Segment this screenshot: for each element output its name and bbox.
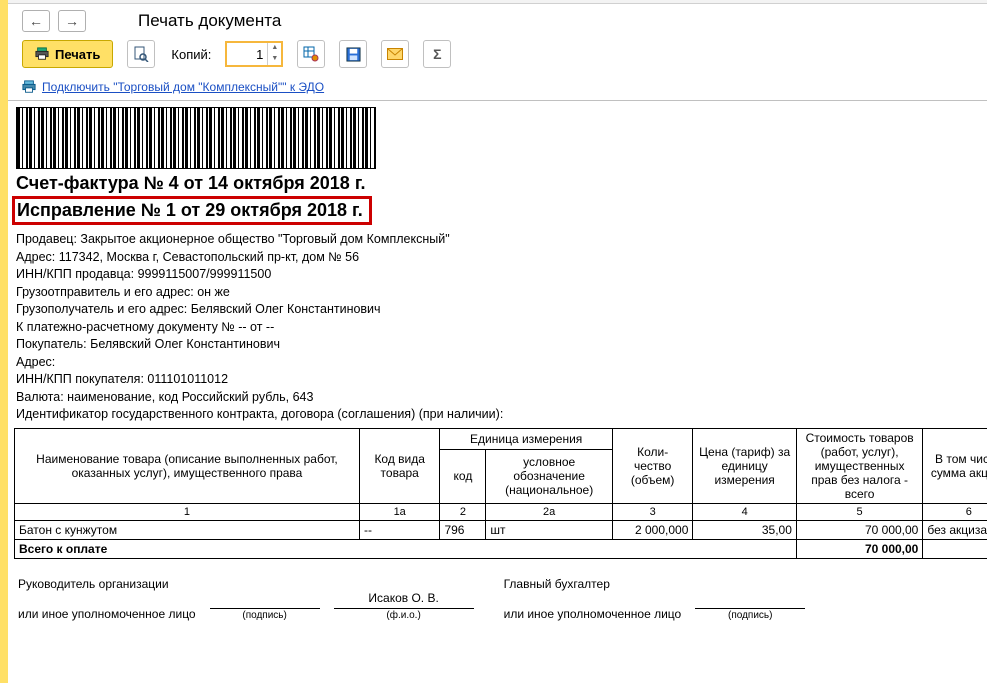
arrow-right-icon: → xyxy=(65,13,79,29)
cell-excise: без акциза xyxy=(923,520,987,539)
printer-icon xyxy=(35,47,49,61)
th-name: Наименование товара (описание выполненны… xyxy=(15,428,360,503)
th-qty: Коли- чество (объем) xyxy=(612,428,692,503)
invoice-table-head: Наименование товара (описание выполненны… xyxy=(15,428,987,520)
th-cost-no-tax: Стоимость товаров (работ, услуг), имущес… xyxy=(796,428,922,503)
invoice-table: Наименование товара (описание выполненны… xyxy=(14,428,987,559)
document-preview: Счет-фактура № 4 от 14 октября 2018 г. И… xyxy=(8,100,987,621)
numcell: 2 xyxy=(440,503,486,520)
copies-spinner[interactable]: ▲ ▼ xyxy=(225,41,283,67)
preview-button[interactable] xyxy=(127,40,155,68)
th-excise: В том числе сумма акциза xyxy=(923,428,987,503)
page-title: Печать документа xyxy=(138,11,281,31)
sign-head-sig-cap: (подпись) xyxy=(210,610,320,621)
spinner-down-icon[interactable]: ▼ xyxy=(268,54,281,65)
send-email-button[interactable] xyxy=(381,40,409,68)
title-bar: ← → Печать документа xyxy=(8,4,987,36)
forward-button[interactable]: → xyxy=(58,10,86,32)
edo-link-bar: Подключить "Торговый дом "Комплексный"" … xyxy=(8,78,987,100)
sign-acc-label2: или иное уполномоченное лицо xyxy=(504,607,682,621)
th-unit-sym: условное обозначение (национальное) xyxy=(486,450,612,503)
cell-name: Батон с кунжутом xyxy=(15,520,360,539)
th-code-kind: Код вида товара xyxy=(359,428,439,503)
cell-qty: 2 000,000 xyxy=(612,520,692,539)
sum-button[interactable]: Σ xyxy=(423,40,451,68)
edo-connect-link[interactable]: Подключить "Торговый дом "Комплексный"" … xyxy=(42,80,324,94)
meta-buyer-addr: Адрес: xyxy=(16,354,987,372)
table-total-row: Всего к оплате 70 000,00 Х xyxy=(15,539,987,558)
arrow-left-icon: ← xyxy=(29,13,43,29)
envelope-icon xyxy=(387,48,403,60)
meta-seller-inn: ИНН/КПП продавца: 9999115007/999911500 xyxy=(16,266,987,284)
print-button-label: Печать xyxy=(55,47,100,62)
meta-contract-id: Идентификатор государственного контракта… xyxy=(16,406,987,424)
magnifier-page-icon xyxy=(133,46,149,62)
invoice-table-numrow: 1 1а 2 2а 3 4 5 6 7 xyxy=(15,503,987,520)
action-toolbar: Печать Копий: ▲ ▼ xyxy=(8,36,987,78)
invoice-meta: Продавец: Закрытое акционерное общество … xyxy=(16,231,987,424)
total-blank xyxy=(923,539,987,558)
invoice-title: Счет-фактура № 4 от 14 октября 2018 г. xyxy=(16,173,987,194)
meta-address: Адрес: 117342, Москва г, Севастопольский… xyxy=(16,249,987,267)
sign-acc-label1: Главный бухгалтер xyxy=(504,577,806,591)
cell-cost-no-tax: 70 000,00 xyxy=(796,520,922,539)
cell-unit-sym: шт xyxy=(486,520,612,539)
sign-head-block: Руководитель организации или иное уполно… xyxy=(18,577,474,621)
barcode xyxy=(16,107,376,169)
cell-code-kind: -- xyxy=(359,520,439,539)
meta-buyer: Покупатель: Белявский Олег Константинови… xyxy=(16,336,987,354)
sign-head-sig-line xyxy=(210,591,320,609)
sign-acc-block: Главный бухгалтер или иное уполномоченно… xyxy=(504,577,806,621)
settings-template-button[interactable] xyxy=(297,40,325,68)
th-unit: Единица измерения xyxy=(440,428,612,450)
edo-printer-icon xyxy=(22,80,36,94)
numcell: 6 xyxy=(923,503,987,520)
meta-currency: Валюта: наименование, код Российский руб… xyxy=(16,389,987,407)
floppy-icon xyxy=(346,47,361,62)
back-button[interactable]: ← xyxy=(22,10,50,32)
table-row: Батон с кунжутом -- 796 шт 2 000,000 35,… xyxy=(15,520,987,539)
copies-input[interactable] xyxy=(227,43,267,65)
copies-label: Копий: xyxy=(171,47,211,62)
meta-consignee: Грузополучатель и его адрес: Белявский О… xyxy=(16,301,987,319)
numcell: 4 xyxy=(693,503,796,520)
print-button[interactable]: Печать xyxy=(22,40,113,68)
th-unit-code: код xyxy=(440,450,486,503)
spinner-up-icon[interactable]: ▲ xyxy=(268,43,281,54)
total-label: Всего к оплате xyxy=(15,539,797,558)
sign-head-label2: или иное уполномоченное лицо xyxy=(18,607,196,621)
correction-highlight-box: Исправление № 1 от 29 октября 2018 г. xyxy=(12,196,372,225)
signatures: Руководитель организации или иное уполно… xyxy=(14,577,987,621)
meta-seller: Продавец: Закрытое акционерное общество … xyxy=(16,231,987,249)
numcell: 1а xyxy=(359,503,439,520)
sign-head-fio-cap: (ф.и.о.) xyxy=(334,610,474,621)
numcell: 3 xyxy=(612,503,692,520)
sign-acc-sig-line xyxy=(695,591,805,609)
sign-acc-sig-cap: (подпись) xyxy=(695,610,805,621)
sign-head-fio: Исаков О. В. xyxy=(334,591,474,609)
sign-head-label1: Руководитель организации xyxy=(18,577,474,591)
save-button[interactable] xyxy=(339,40,367,68)
sigma-icon: Σ xyxy=(433,46,441,62)
app-window: ← → Печать документа Печать Копий: ▲ ▼ xyxy=(0,0,987,683)
correction-title: Исправление № 1 от 29 октября 2018 г. xyxy=(17,200,363,220)
cell-unit-code: 796 xyxy=(440,520,486,539)
numcell: 1 xyxy=(15,503,360,520)
cell-price: 35,00 xyxy=(693,520,796,539)
total-cost: 70 000,00 xyxy=(796,539,922,558)
meta-buyer-inn: ИНН/КПП покупателя: 011101011012 xyxy=(16,371,987,389)
numcell: 5 xyxy=(796,503,922,520)
grid-gear-icon xyxy=(303,46,319,62)
document-page: Счет-фактура № 4 от 14 октября 2018 г. И… xyxy=(14,101,987,621)
meta-payment-doc: К платежно-расчетному документу № -- от … xyxy=(16,319,987,337)
numcell: 2а xyxy=(486,503,612,520)
meta-shipper: Грузоотправитель и его адрес: он же xyxy=(16,284,987,302)
th-price: Цена (тариф) за единицу измерения xyxy=(693,428,796,503)
